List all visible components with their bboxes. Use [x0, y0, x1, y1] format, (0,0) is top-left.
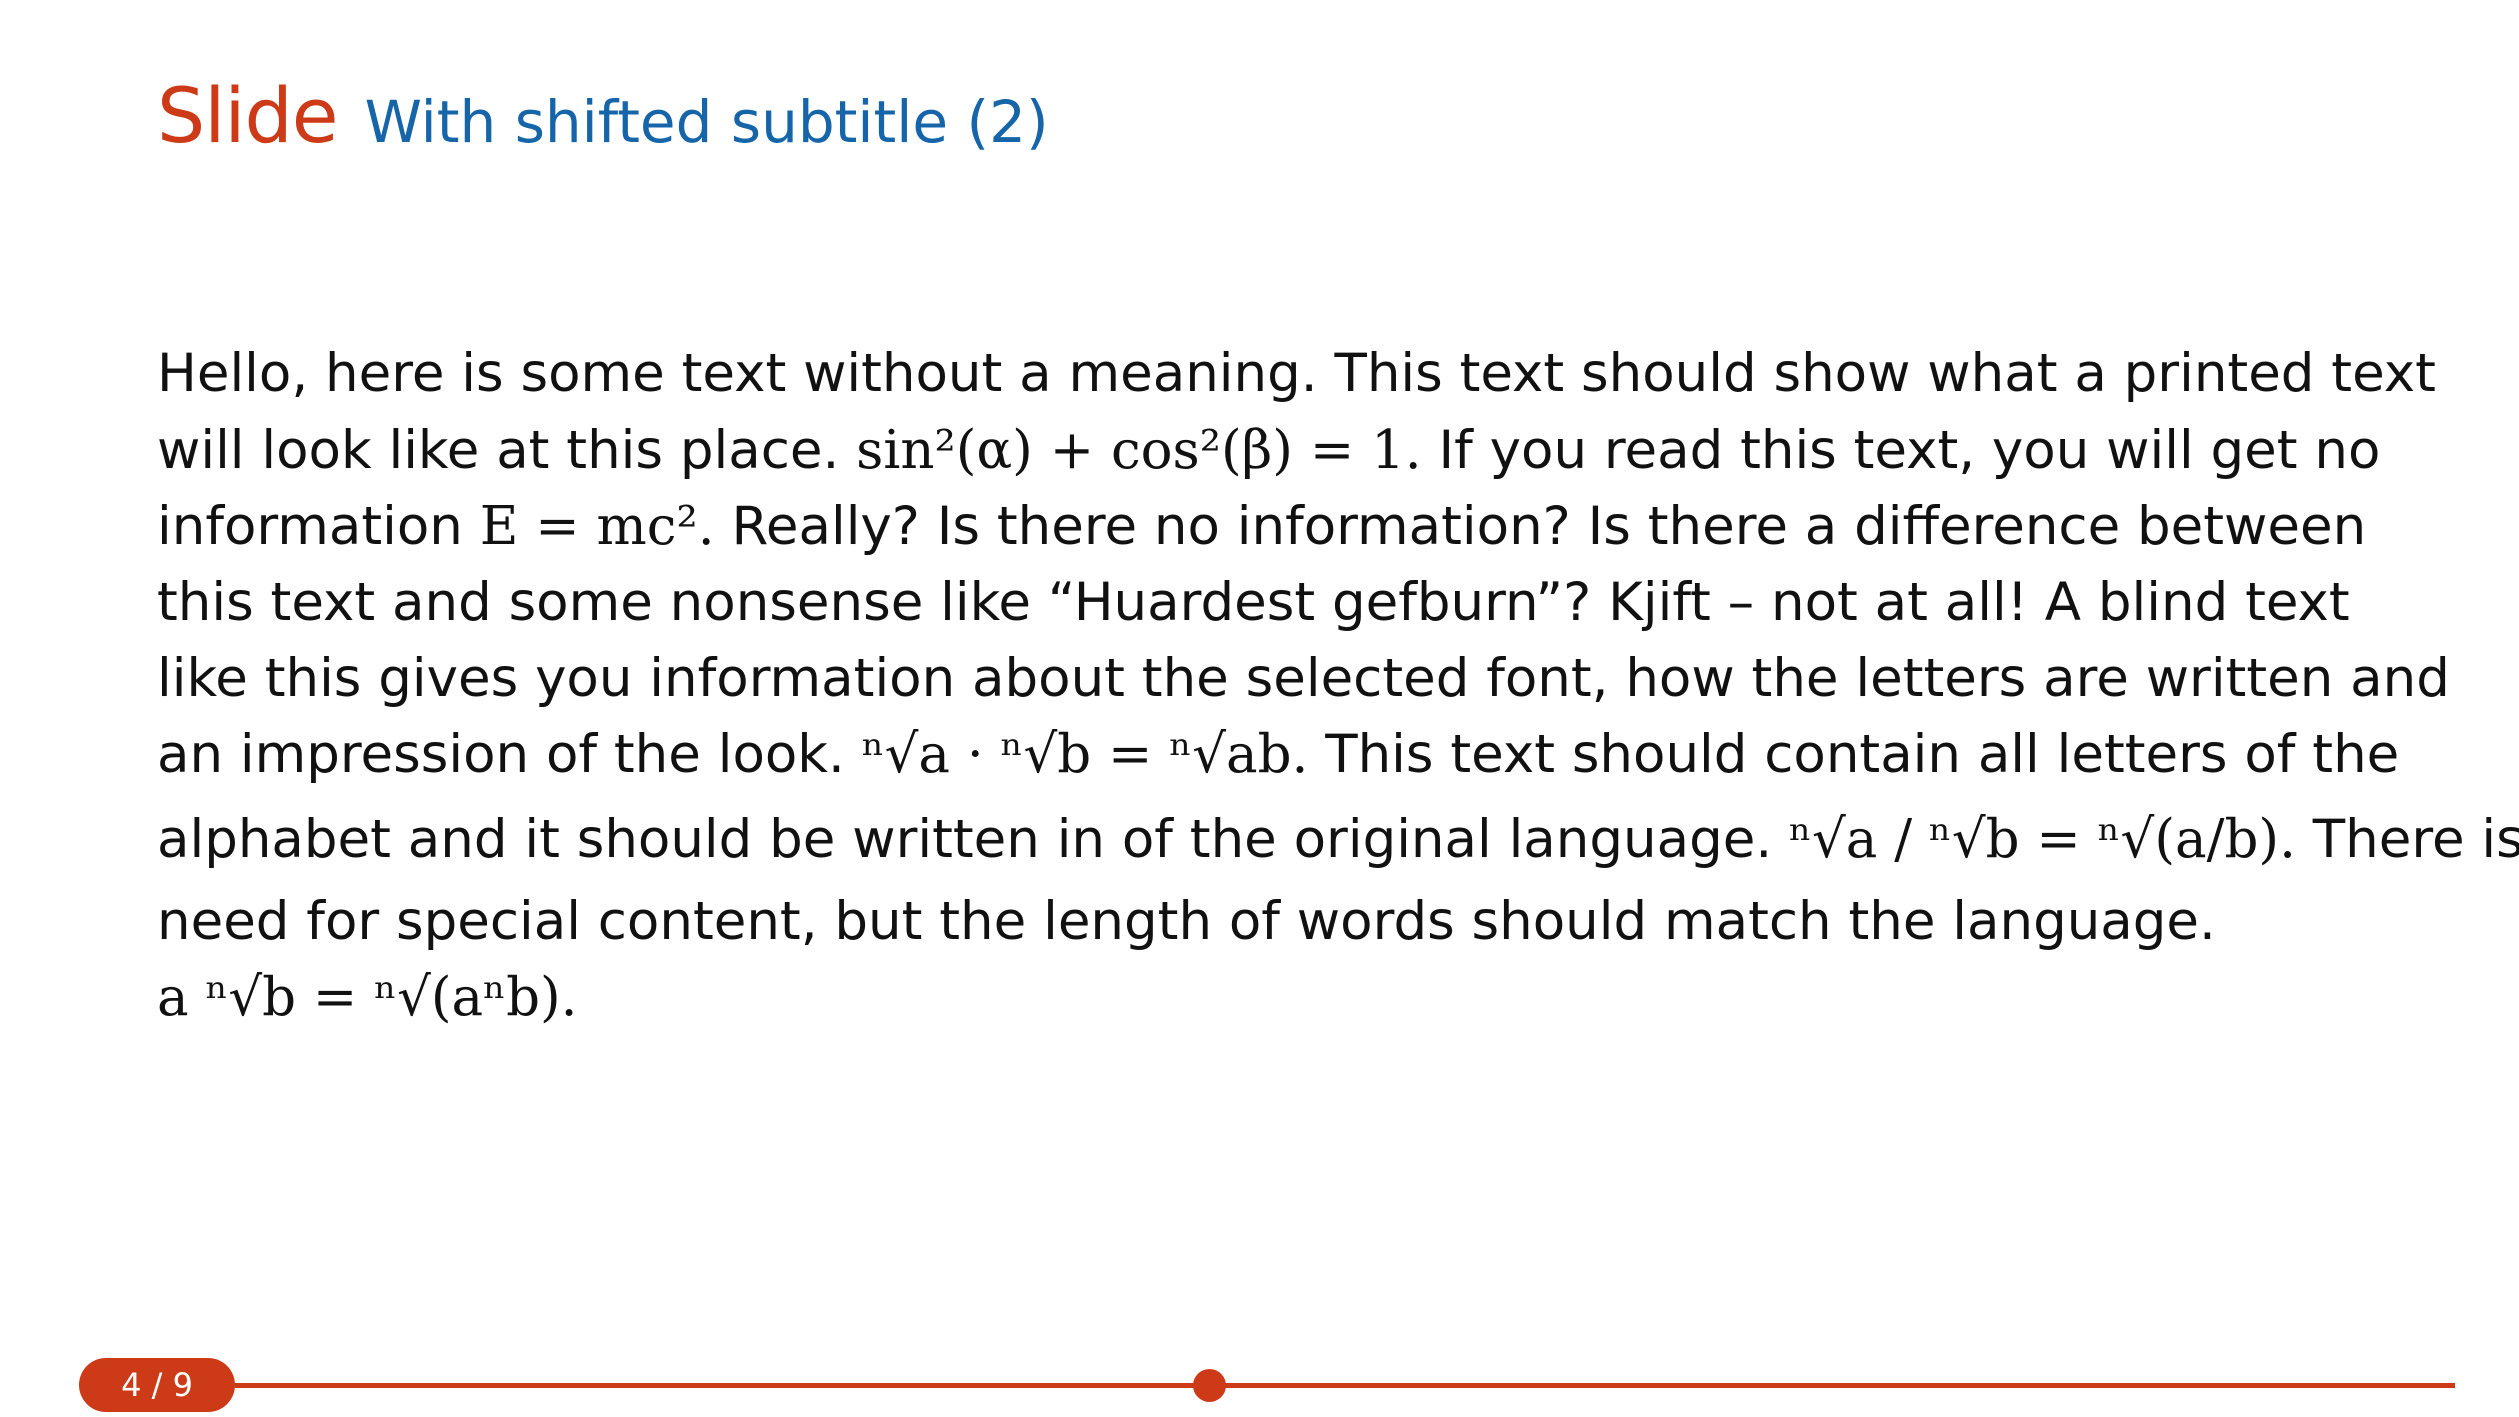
body-line-2-text-a: will look like at this place. — [157, 420, 840, 481]
trig-identity-formula: sin²(α) + cos²(β) = 1. — [856, 420, 1422, 481]
progress-marker — [1193, 1369, 1226, 1402]
body-line-2: will look like at this place. sin²(α) + … — [157, 424, 2380, 477]
body-line-8: need for special content, but the length… — [157, 891, 2216, 952]
body-line-7-text-b: There is no — [2312, 809, 2519, 870]
root-product-formula: ⁿ√a · ⁿ√b = ⁿ√ab. — [861, 724, 1309, 785]
progress-track — [235, 1383, 2455, 1388]
mass-energy-formula: E = mc². — [479, 496, 715, 557]
body-line-2-text-b: If you read this text, you will get no — [1438, 420, 2381, 481]
body-line-7: alphabet and it should be written in of … — [157, 813, 2519, 866]
page-indicator: 4 / 9 — [79, 1358, 235, 1412]
body-line-3-text-a: information — [157, 496, 463, 557]
body-line-6-text-a: an impression of the look. — [157, 724, 845, 785]
root-power-formula: a ⁿ√b = ⁿ√(aⁿb). — [157, 967, 578, 1028]
body-line-5: like this gives you information about th… — [157, 648, 2450, 709]
body-line-3-text-b: Really? Is there no information? Is ther… — [731, 496, 2367, 557]
body-line-3: information E = mc². Really? Is there no… — [157, 500, 2366, 553]
slide-title: Slide — [157, 71, 338, 160]
body-line-1: Hello, here is some text without a meani… — [157, 343, 2436, 404]
slide-title-row: Slide With shifted subtitle (2) — [157, 78, 1049, 154]
root-quotient-formula: ⁿ√a / ⁿ√b = ⁿ√(a/b). — [1789, 809, 2296, 870]
body-line-7-text-a: alphabet and it should be written in of … — [157, 809, 1773, 870]
body-line-4: this text and some nonsense like “Huarde… — [157, 572, 2350, 633]
slide-subtitle: With shifted subtitle (2) — [364, 88, 1049, 156]
body-line-6-text-b: This text should contain all letters of … — [1325, 724, 2400, 785]
body-line-6: an impression of the look. ⁿ√a · ⁿ√b = ⁿ… — [157, 728, 2399, 781]
